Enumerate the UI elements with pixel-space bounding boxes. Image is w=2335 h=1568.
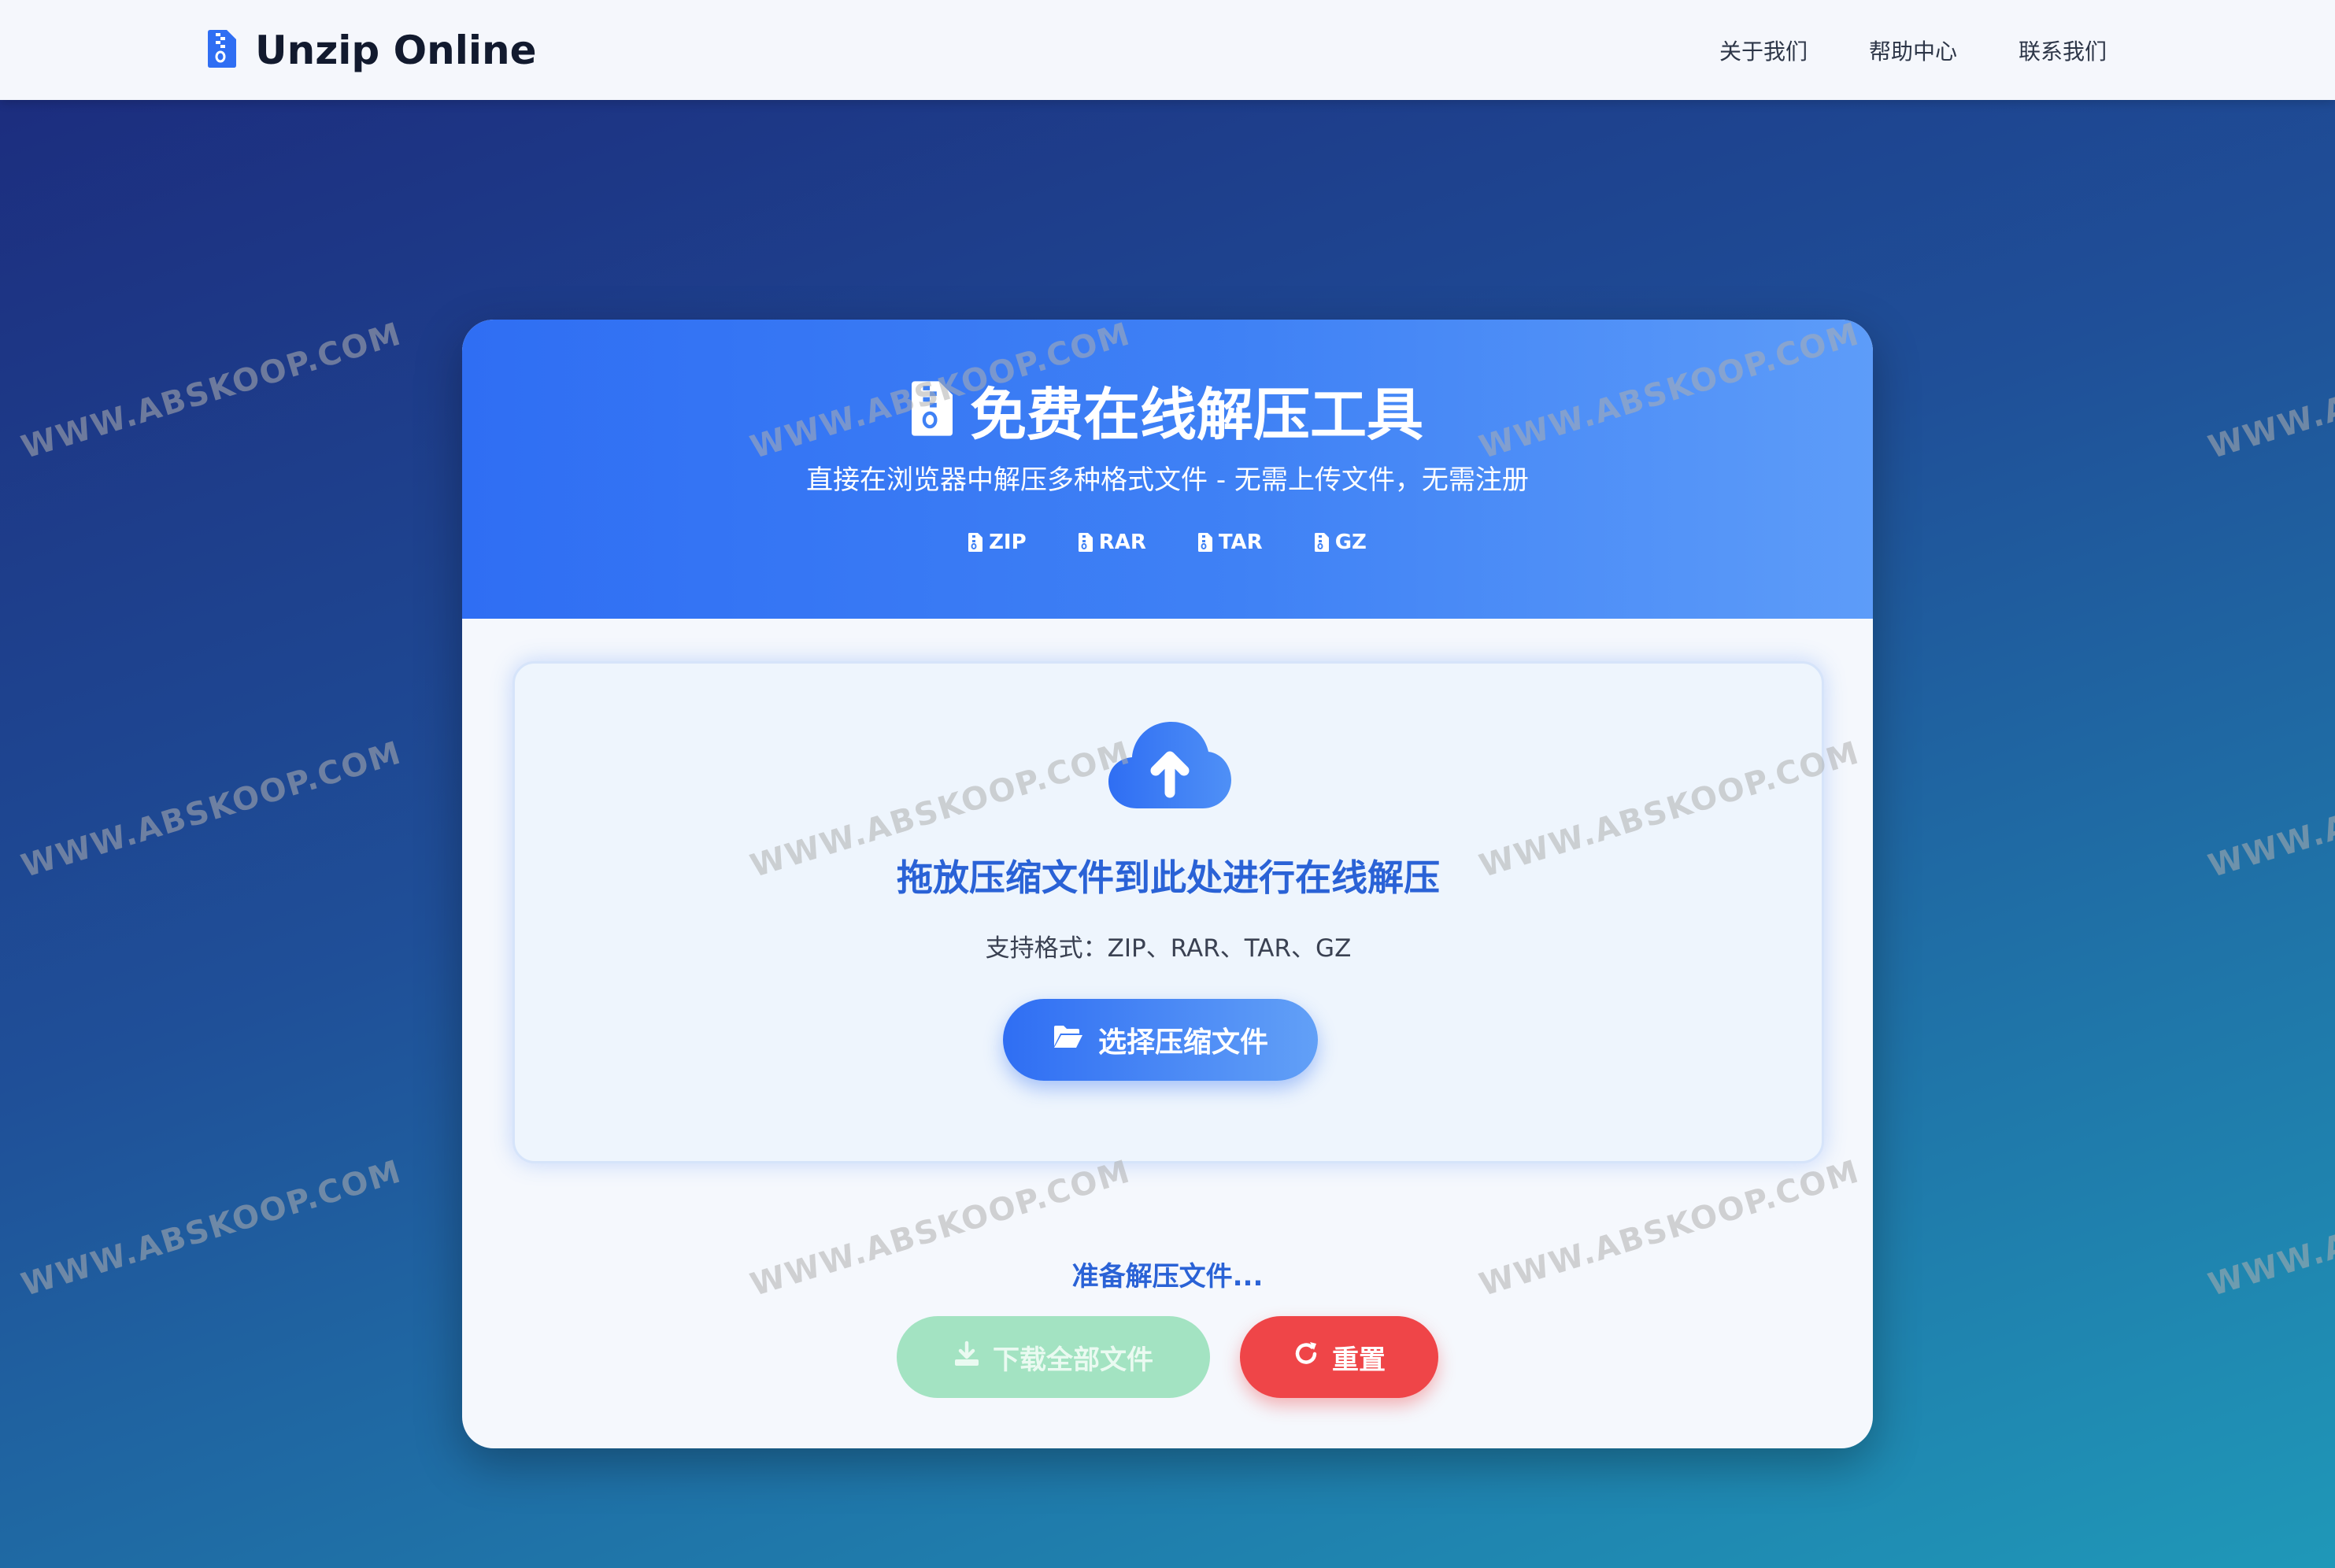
format-badges: ZIP RAR TAR GZ: [462, 531, 1873, 554]
reset-button[interactable]: 重置: [1240, 1316, 1438, 1398]
format-label: TAR: [1218, 531, 1263, 554]
watermark-text: WWW.ABSKOOP.COM: [17, 1153, 406, 1304]
format-label: GZ: [1334, 531, 1367, 554]
file-zipper-icon: [1197, 533, 1212, 552]
watermark-text: WWW.ABSKOOP.COM: [17, 734, 406, 885]
watermark-text: WWW.ABSKOOP.COM: [2204, 316, 2335, 466]
watermark-text: WWW.ABSKOOP.COM: [2204, 734, 2335, 885]
file-zipper-icon: [1314, 533, 1329, 552]
card-header: 免费在线解压工具 直接在浏览器中解压多种格式文件 - 无需上传文件，无需注册 Z…: [462, 320, 1873, 619]
drop-zone-title: 拖放压缩文件到此处进行在线解压: [897, 856, 1440, 899]
select-archive-button[interactable]: 选择压缩文件: [1003, 999, 1318, 1081]
file-zipper-icon: [208, 30, 236, 71]
format-badge: GZ: [1314, 531, 1367, 554]
format-badge: RAR: [1078, 531, 1146, 554]
folder-open-icon: [1053, 1024, 1084, 1056]
download-all-button[interactable]: 下载全部文件: [897, 1316, 1210, 1398]
download-icon: [953, 1341, 980, 1374]
reset-label: 重置: [1332, 1344, 1386, 1376]
page-subtitle: 直接在浏览器中解压多种格式文件 - 无需上传文件，无需注册: [806, 464, 1529, 496]
format-badge: TAR: [1197, 531, 1263, 554]
rotate-right-icon: [1293, 1341, 1319, 1374]
title-row: 免费在线解压工具: [462, 368, 1873, 451]
download-all-label: 下载全部文件: [993, 1344, 1153, 1376]
nav-about[interactable]: 关于我们: [1719, 35, 1808, 66]
top-nav: 关于我们 帮助中心 联系我们: [1719, 35, 2107, 66]
supported-formats-text: 支持格式：ZIP、RAR、TAR、GZ: [985, 934, 1352, 963]
top-navbar: Unzip Online 关于我们 帮助中心 联系我们: [0, 0, 2335, 100]
brand-name: Unzip Online: [255, 28, 537, 73]
file-zipper-icon: [911, 380, 953, 439]
nav-help[interactable]: 帮助中心: [1869, 35, 1957, 66]
file-zipper-icon: [1078, 533, 1093, 552]
nav-contact[interactable]: 联系我们: [2019, 35, 2107, 66]
brand-logo[interactable]: Unzip Online: [208, 27, 537, 74]
page-title: 免费在线解压工具: [969, 382, 1423, 448]
format-label: ZIP: [989, 531, 1027, 554]
select-archive-label: 选择压缩文件: [1097, 1026, 1268, 1059]
file-drop-zone[interactable]: 拖放压缩文件到此处进行在线解压 支持格式：ZIP、RAR、TAR、GZ 选择压缩…: [513, 661, 1824, 1163]
file-zipper-icon: [968, 533, 983, 552]
cloud-upload-icon: [1108, 720, 1231, 812]
format-badge: ZIP: [968, 531, 1027, 554]
watermark-text: WWW.ABSKOOP.COM: [2204, 1153, 2335, 1304]
status-text: 准备解压文件...: [1071, 1261, 1264, 1292]
watermark-text: WWW.ABSKOOP.COM: [17, 316, 406, 466]
unzip-card: 免费在线解压工具 直接在浏览器中解压多种格式文件 - 无需上传文件，无需注册 Z…: [462, 320, 1873, 1448]
format-label: RAR: [1098, 531, 1146, 554]
